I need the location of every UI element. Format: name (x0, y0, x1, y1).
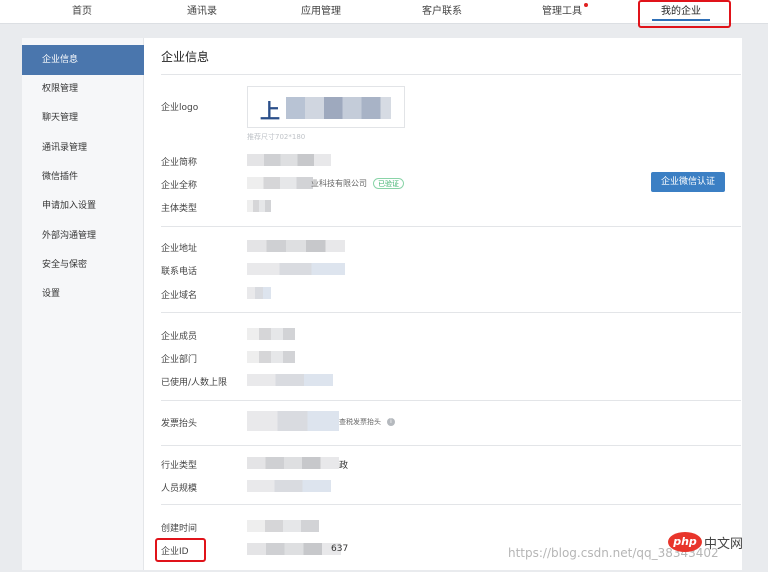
industry-value-redacted (247, 457, 339, 469)
created-label: 创建时间 (161, 524, 198, 534)
address-value (247, 240, 345, 252)
full-name-label: 企业全称 (161, 181, 198, 191)
highlight-box-my-company (638, 0, 731, 28)
divider (161, 226, 741, 227)
tab-customer-contact[interactable]: 客户联系 (412, 0, 472, 24)
subject-type-value (247, 200, 271, 212)
main-panel: 企业信息 权限管理 聊天管理 通讯录管理 微信插件 申请加入设置 外部沟通管理 … (22, 38, 742, 570)
verified-badge: 已验证 (373, 178, 404, 189)
tab-app-management[interactable]: 应用管理 (291, 0, 351, 24)
sidebar-item-settings[interactable]: 设置 (22, 279, 144, 309)
sidebar-item-security[interactable]: 安全与保密 (22, 250, 144, 280)
invoice-label: 发票抬头 (161, 419, 198, 429)
sidebar-item-external-communication[interactable]: 外部沟通管理 (22, 221, 144, 251)
members-value (247, 328, 295, 340)
highlight-box-corp-id (155, 538, 206, 562)
phone-label: 联系电话 (161, 267, 198, 277)
short-name-value (247, 154, 331, 166)
php-logo-icon: php (668, 532, 702, 552)
address-label: 企业地址 (161, 244, 198, 254)
page-title: 企业信息 (161, 50, 210, 64)
members-label: 企业成员 (161, 332, 198, 342)
scale-label: 人员规模 (161, 484, 198, 494)
industry-value: 政 (339, 461, 349, 471)
departments-value (247, 351, 295, 363)
corp-id-value-redacted (247, 543, 341, 555)
sidebar-item-company-info[interactable]: 企业信息 (22, 45, 144, 75)
logo-text: 上 (260, 99, 280, 123)
wechat-verify-button[interactable]: 企业微信认证 (651, 172, 725, 192)
sidebar: 企业信息 权限管理 聊天管理 通讯录管理 微信插件 申请加入设置 外部沟通管理 … (22, 38, 144, 570)
tab-management-tools[interactable]: 管理工具 (532, 0, 592, 24)
info-icon[interactable]: i (387, 418, 395, 426)
scale-value (247, 480, 331, 492)
short-name-label: 企业简称 (161, 158, 198, 168)
divider (161, 445, 741, 446)
sidebar-item-contacts-management[interactable]: 通讯录管理 (22, 133, 144, 163)
php-cn-text: 中文网 (704, 537, 744, 552)
divider (161, 74, 741, 75)
corp-id-value: 637 (331, 544, 349, 554)
invoice-link[interactable]: 查税发票抬头 (339, 417, 381, 427)
tab-management-tools-label: 管理工具 (542, 6, 582, 17)
departments-label: 企业部门 (161, 355, 198, 365)
used-limit-value (247, 374, 333, 386)
full-name-value: 业科技有限公司 (311, 179, 367, 188)
subject-type-label: 主体类型 (161, 204, 198, 214)
company-info-content: 企业信息 企业logo 上 推荐尺寸702*180 企业简称 企业全称 业科技有… (161, 38, 742, 570)
domain-label: 企业域名 (161, 291, 198, 301)
used-limit-label: 已使用/人数上限 (161, 378, 228, 388)
tab-home[interactable]: 首页 (52, 0, 112, 24)
sidebar-item-permissions[interactable]: 权限管理 (22, 74, 144, 104)
sidebar-item-join-settings[interactable]: 申请加入设置 (22, 191, 144, 221)
created-value (247, 520, 319, 532)
tab-contacts[interactable]: 通讯录 (172, 0, 232, 24)
divider (161, 400, 741, 401)
full-name-value-redacted (247, 177, 313, 189)
phone-value (247, 263, 345, 275)
invoice-value-redacted (247, 411, 339, 431)
logo-caption: 推荐尺寸702*180 (247, 133, 306, 141)
sidebar-item-chat-management[interactable]: 聊天管理 (22, 103, 144, 133)
notification-dot-icon (584, 3, 588, 7)
logo-label: 企业logo (161, 103, 199, 113)
company-logo[interactable]: 上 (247, 86, 405, 128)
industry-label: 行业类型 (161, 461, 198, 471)
divider (161, 312, 741, 313)
sidebar-item-wechat-plugin[interactable]: 微信插件 (22, 162, 144, 192)
domain-value (247, 287, 271, 299)
divider (161, 504, 741, 505)
logo-redacted (286, 97, 391, 119)
